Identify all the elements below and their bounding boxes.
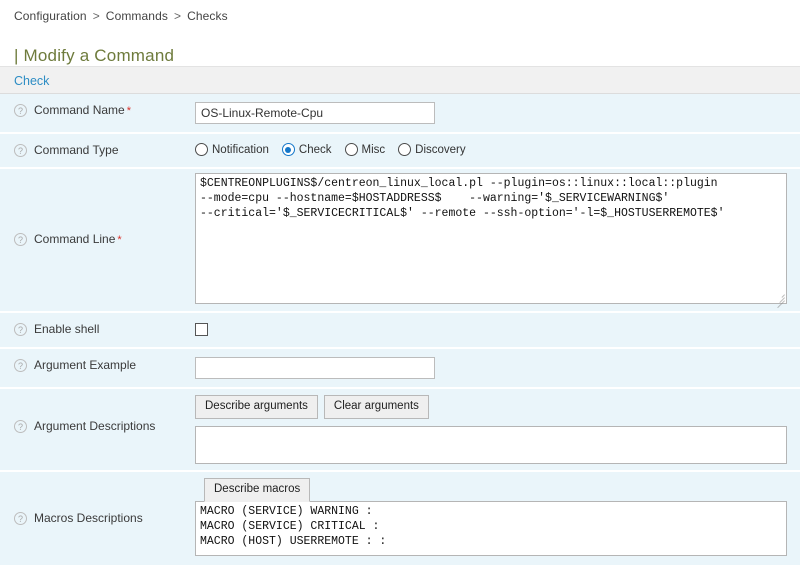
- breadcrumb: Configuration>Commands>Checks: [0, 0, 800, 22]
- argument-descriptions-textarea[interactable]: [195, 426, 787, 464]
- form-row-macros-descriptions: ? Macros Descriptions Describe macros MA…: [0, 471, 800, 566]
- help-icon[interactable]: ?: [14, 144, 27, 157]
- label-macros-descriptions: Macros Descriptions: [34, 511, 143, 526]
- field-cell-argument-descriptions: Describe arguments Clear arguments: [195, 388, 800, 471]
- breadcrumb-separator: >: [168, 9, 187, 23]
- field-cell-command-line: $CENTREONPLUGINS$/centreon_linux_local.p…: [195, 168, 800, 312]
- radio-option-discovery[interactable]: Discovery: [398, 143, 465, 156]
- required-marker: *: [115, 234, 121, 246]
- form-row-command-name: ? Command Name*: [0, 94, 800, 133]
- label-argument-descriptions: Argument Descriptions: [34, 419, 155, 434]
- help-icon[interactable]: ?: [14, 233, 27, 246]
- breadcrumb-item-configuration[interactable]: Configuration: [14, 9, 87, 23]
- help-icon[interactable]: ?: [14, 512, 27, 525]
- command-form: ? Command Name* ? Command Type: [0, 94, 800, 567]
- form-row-argument-descriptions: ? Argument Descriptions Describe argumen…: [0, 388, 800, 471]
- page-title-container: | Modify a Command: [0, 22, 800, 66]
- label-enable-shell: Enable shell: [34, 322, 99, 337]
- form-row-command-type: ? Command Type Notification Check: [0, 133, 800, 168]
- command-line-textarea[interactable]: $CENTREONPLUGINS$/centreon_linux_local.p…: [195, 173, 787, 304]
- label-cell-command-line: ? Command Line*: [0, 168, 195, 312]
- command-name-input[interactable]: [195, 102, 435, 124]
- form-row-enable-shell: ? Enable shell: [0, 312, 800, 348]
- required-marker: *: [125, 105, 131, 117]
- label-argument-example: Argument Example: [34, 358, 136, 373]
- radio-label-discovery: Discovery: [415, 144, 465, 156]
- macros-buttons-row: Describe macros: [195, 478, 787, 501]
- argument-example-input[interactable]: [195, 357, 435, 379]
- field-cell-macros-descriptions: Describe macros MACRO (SERVICE) WARNING …: [195, 471, 800, 566]
- breadcrumb-separator: >: [87, 9, 106, 23]
- macros-stack: Describe macros MACRO (SERVICE) WARNING …: [195, 478, 787, 556]
- form-row-argument-example: ? Argument Example: [0, 348, 800, 388]
- radio-label-check: Check: [299, 144, 332, 156]
- help-icon[interactable]: ?: [14, 104, 27, 117]
- field-cell-command-name: [195, 94, 800, 133]
- macros-descriptions-textarea[interactable]: MACRO (SERVICE) WARNING : MACRO (SERVICE…: [195, 501, 787, 556]
- help-icon[interactable]: ?: [14, 420, 27, 433]
- describe-macros-button[interactable]: Describe macros: [204, 478, 310, 502]
- help-icon[interactable]: ?: [14, 323, 27, 336]
- radio-option-check[interactable]: Check: [282, 143, 332, 156]
- field-cell-argument-example: [195, 348, 800, 388]
- label-command-name: Command Name*: [34, 103, 131, 119]
- label-cell-argument-example: ? Argument Example: [0, 348, 195, 388]
- argument-buttons-row: Describe arguments Clear arguments: [195, 395, 792, 419]
- field-cell-command-type: Notification Check Misc Discovery: [195, 133, 800, 168]
- tab-check[interactable]: Check: [14, 74, 49, 88]
- command-type-radio-group: Notification Check Misc Discovery: [195, 142, 792, 156]
- radio-dot-discovery[interactable]: [398, 143, 411, 156]
- label-cell-argument-descriptions: ? Argument Descriptions: [0, 388, 195, 471]
- page-title: | Modify a Command: [14, 46, 174, 65]
- radio-dot-notification[interactable]: [195, 143, 208, 156]
- breadcrumb-item-commands[interactable]: Commands: [106, 9, 168, 23]
- form-row-command-line: ? Command Line* $CENTREONPLUGINS$/centre…: [0, 168, 800, 312]
- label-cell-command-name: ? Command Name*: [0, 94, 195, 133]
- label-command-line: Command Line*: [34, 232, 122, 248]
- label-cell-enable-shell: ? Enable shell: [0, 312, 195, 348]
- radio-label-notification: Notification: [212, 144, 269, 156]
- label-cell-macros-descriptions: ? Macros Descriptions: [0, 471, 195, 566]
- clear-arguments-button[interactable]: Clear arguments: [324, 395, 429, 419]
- label-cell-command-type: ? Command Type: [0, 133, 195, 168]
- radio-dot-check[interactable]: [282, 143, 295, 156]
- section-header-check: Check: [0, 66, 800, 94]
- radio-label-misc: Misc: [362, 144, 386, 156]
- describe-arguments-button[interactable]: Describe arguments: [195, 395, 318, 419]
- breadcrumb-item-checks[interactable]: Checks: [187, 9, 228, 23]
- label-command-type: Command Type: [34, 143, 119, 158]
- radio-option-misc[interactable]: Misc: [345, 143, 386, 156]
- field-cell-enable-shell: [195, 312, 800, 348]
- enable-shell-checkbox[interactable]: [195, 323, 208, 336]
- command-line-wrapper: $CENTREONPLUGINS$/centreon_linux_local.p…: [195, 173, 787, 304]
- radio-dot-misc[interactable]: [345, 143, 358, 156]
- radio-option-notification[interactable]: Notification: [195, 143, 269, 156]
- help-icon[interactable]: ?: [14, 359, 27, 372]
